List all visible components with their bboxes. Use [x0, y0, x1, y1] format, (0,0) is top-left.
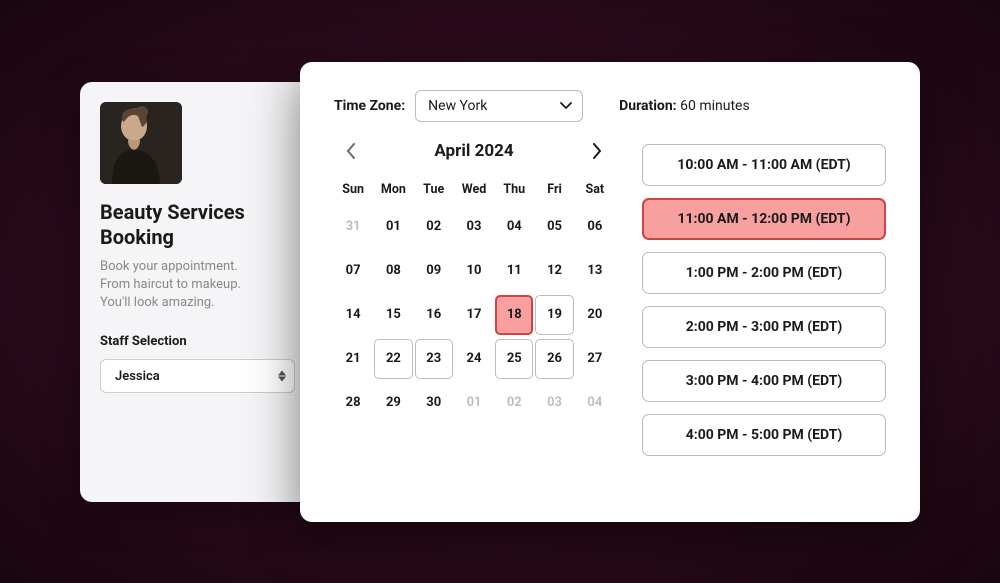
time-slots: 10:00 AM - 11:00 AM (EDT) 11:00 AM - 12:0… — [642, 140, 886, 456]
calendar-day: 03 — [455, 207, 493, 247]
page-subtitle: Book your appointment. From haircut to m… — [100, 258, 295, 313]
calendar-day: 10 — [455, 251, 493, 291]
calendar-day: 16 — [415, 295, 453, 335]
calendar-day: 17 — [455, 295, 493, 335]
booking-panel: Time Zone: New York Duration: 60 minutes — [300, 62, 920, 522]
stepper-icon — [278, 371, 286, 382]
calendar-day: 04 — [576, 383, 614, 423]
calendar-day[interactable]: 23 — [415, 339, 453, 379]
time-slot[interactable]: 4:00 PM - 5:00 PM (EDT) — [642, 414, 886, 456]
timezone-dropdown[interactable]: New York — [415, 90, 583, 122]
calendar-day: 06 — [576, 207, 614, 247]
calendar-day: 24 — [455, 339, 493, 379]
time-slot[interactable]: 11:00 AM - 12:00 PM (EDT) — [642, 198, 886, 240]
calendar-day: 13 — [576, 251, 614, 291]
staff-selection-label: Staff Selection — [100, 334, 295, 349]
staff-avatar — [100, 102, 182, 184]
time-slot[interactable]: 1:00 PM - 2:00 PM (EDT) — [642, 252, 886, 294]
calendar-day: 30 — [415, 383, 453, 423]
calendar-day: 02 — [495, 383, 533, 423]
calendar-day: 11 — [495, 251, 533, 291]
calendar-day: 05 — [535, 207, 573, 247]
calendar-month-label: April 2024 — [434, 141, 513, 161]
sidebar: Beauty Services Booking Book your appoin… — [80, 82, 315, 502]
time-slot[interactable]: 3:00 PM - 4:00 PM (EDT) — [642, 360, 886, 402]
prev-month-button[interactable] — [340, 140, 362, 162]
calendar-day: 01 — [455, 383, 493, 423]
calendar-dow: Mon — [374, 176, 412, 203]
staff-selection-dropdown[interactable]: Jessica — [100, 359, 295, 393]
calendar-day: 28 — [334, 383, 372, 423]
calendar-day[interactable]: 19 — [535, 295, 573, 335]
next-month-button[interactable] — [586, 140, 608, 162]
calendar-dow: Fri — [535, 176, 573, 203]
time-slot[interactable]: 2:00 PM - 3:00 PM (EDT) — [642, 306, 886, 348]
calendar-day[interactable]: 18 — [495, 295, 533, 335]
page-title: Beauty Services Booking — [100, 200, 295, 250]
duration-display: Duration: 60 minutes — [619, 98, 750, 114]
time-slot[interactable]: 10:00 AM - 11:00 AM (EDT) — [642, 144, 886, 186]
calendar-day: 15 — [374, 295, 412, 335]
calendar-day: 01 — [374, 207, 412, 247]
calendar-day: 08 — [374, 251, 412, 291]
calendar-day: 02 — [415, 207, 453, 247]
calendar-day: 20 — [576, 295, 614, 335]
calendar-day: 07 — [334, 251, 372, 291]
calendar-dow: Tue — [415, 176, 453, 203]
calendar-day: 03 — [535, 383, 573, 423]
calendar-dow: Wed — [455, 176, 493, 203]
calendar-dow: Thu — [495, 176, 533, 203]
calendar-day: 09 — [415, 251, 453, 291]
calendar-day: 31 — [334, 207, 372, 247]
calendar-day: 29 — [374, 383, 412, 423]
calendar-day: 14 — [334, 295, 372, 335]
calendar-day[interactable]: 25 — [495, 339, 533, 379]
calendar-day: 12 — [535, 251, 573, 291]
timezone-value: New York — [428, 98, 487, 114]
calendar-dow: Sun — [334, 176, 372, 203]
calendar-day[interactable]: 22 — [374, 339, 412, 379]
staff-selection-value: Jessica — [115, 369, 160, 384]
calendar: April 2024 SunMonTueWedThuFriSat31010203… — [334, 140, 614, 456]
timezone-label: Time Zone: — [334, 98, 405, 114]
calendar-day: 27 — [576, 339, 614, 379]
calendar-day[interactable]: 26 — [535, 339, 573, 379]
calendar-day: 04 — [495, 207, 533, 247]
calendar-dow: Sat — [576, 176, 614, 203]
chevron-down-icon — [560, 98, 572, 114]
calendar-day: 21 — [334, 339, 372, 379]
